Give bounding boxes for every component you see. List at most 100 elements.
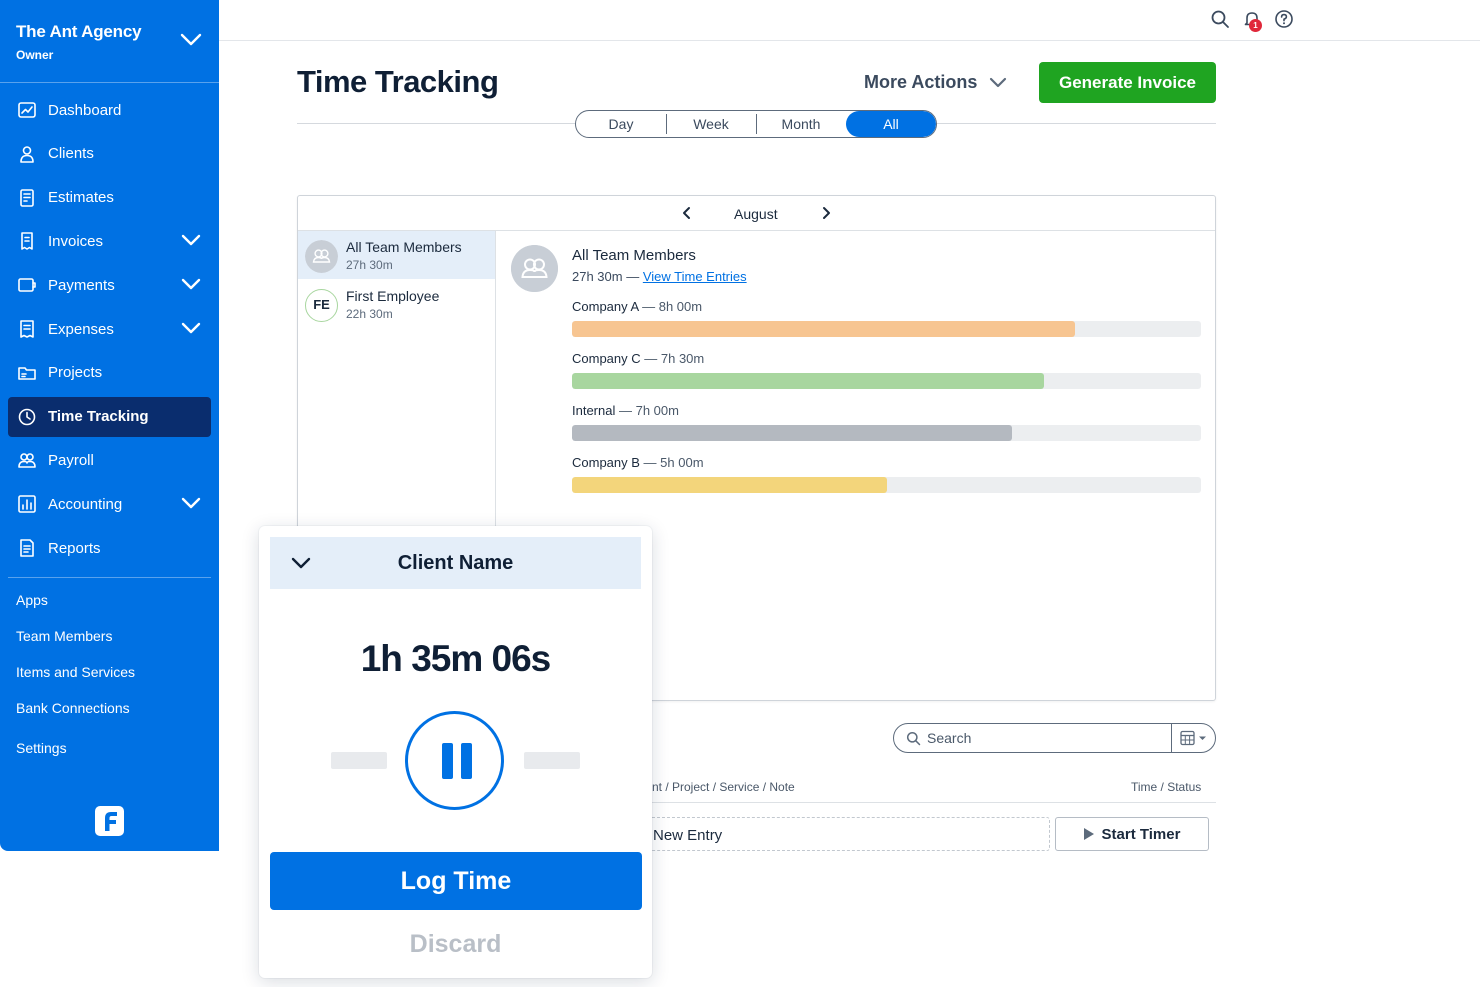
breakdown-label: Internal — 7h 00m bbox=[572, 403, 679, 418]
breakdown-dash: — bbox=[639, 455, 661, 470]
sidebar-item-clients[interactable]: Clients bbox=[8, 134, 211, 174]
chevron-down-icon[interactable] bbox=[181, 322, 201, 335]
payroll-icon bbox=[18, 453, 36, 469]
breakdown-bar-fill bbox=[572, 321, 1076, 337]
breakdown-hours: 7h 30m bbox=[660, 351, 705, 366]
sidebar-item-label: Payments bbox=[48, 276, 115, 294]
projects-icon bbox=[18, 366, 36, 380]
sidebar-item-time-tracking[interactable]: Time Tracking bbox=[8, 396, 211, 437]
sidebar-link-settings[interactable]: Settings bbox=[16, 740, 67, 756]
estimates-icon bbox=[20, 188, 34, 207]
sidebar-item-estimates[interactable]: Estimates bbox=[8, 178, 211, 218]
search-input[interactable] bbox=[927, 728, 1167, 748]
search-icon[interactable] bbox=[1210, 9, 1230, 29]
pause-icon bbox=[461, 743, 472, 779]
sidebar-item-payroll[interactable]: Payroll bbox=[8, 440, 211, 480]
search-icon bbox=[906, 731, 921, 746]
chevron-down-icon[interactable] bbox=[181, 278, 201, 291]
freshbooks-logo bbox=[95, 806, 124, 836]
month-navigator: August bbox=[298, 196, 1215, 231]
sidebar-link-team-members[interactable]: Team Members bbox=[16, 628, 112, 644]
breakdown-hours: 7h 00m bbox=[635, 403, 679, 418]
pause-button[interactable] bbox=[405, 711, 504, 810]
sidebar: The Ant Agency Owner Dashboard Clients Est… bbox=[0, 0, 219, 851]
breakdown-client: Internal bbox=[572, 403, 616, 418]
team-avatar-icon bbox=[305, 240, 338, 273]
range-tabs: Day Week Month All bbox=[575, 110, 937, 138]
tab-month[interactable]: Month bbox=[756, 111, 846, 137]
breakdown-bar-track bbox=[572, 477, 1201, 493]
member-time: 27h 30m bbox=[346, 258, 393, 272]
sidebar-divider bbox=[8, 577, 211, 578]
search-divider bbox=[1171, 724, 1172, 752]
start-timer-button[interactable]: Start Timer bbox=[1055, 817, 1209, 851]
clients-icon bbox=[20, 145, 34, 163]
calendar-icon[interactable] bbox=[1178, 730, 1210, 746]
avatar: FE bbox=[305, 289, 338, 322]
breakdown-dash: — bbox=[638, 299, 659, 314]
breakdown-client: Company A bbox=[572, 299, 639, 314]
detail-summary: 27h 30m — View Time Entries bbox=[572, 269, 747, 284]
breakdown-client: Company B bbox=[572, 455, 640, 470]
sidebar-item-expenses[interactable]: Expenses bbox=[8, 309, 211, 349]
page-title: Time Tracking bbox=[297, 64, 499, 99]
sidebar-item-accounting[interactable]: Accounting bbox=[8, 484, 211, 524]
view-time-entries-link[interactable]: View Time Entries bbox=[643, 269, 747, 284]
breakdown-hours: 8h 00m bbox=[658, 299, 703, 314]
tab-day[interactable]: Day bbox=[576, 111, 666, 137]
member-item-all[interactable]: All Team Members 27h 30m bbox=[298, 231, 495, 279]
search-bar bbox=[893, 723, 1216, 753]
expenses-icon bbox=[20, 320, 34, 338]
tab-all[interactable]: All bbox=[846, 111, 936, 137]
member-item-first-employee[interactable]: FE First Employee 22h 30m bbox=[298, 280, 495, 328]
help-icon[interactable] bbox=[1274, 9, 1294, 29]
breakdown-dash: — bbox=[640, 351, 661, 366]
more-actions-label: More Actions bbox=[864, 72, 978, 92]
detail-total: 27h 30m bbox=[572, 269, 623, 284]
sidebar-item-invoices[interactable]: Invoices bbox=[8, 221, 211, 261]
new-entry-row[interactable]: New Entry bbox=[644, 817, 1050, 851]
discard-button[interactable]: Discard bbox=[259, 930, 652, 959]
sidebar-item-label: Time Tracking bbox=[48, 408, 149, 426]
payments-icon bbox=[18, 278, 36, 292]
org-switcher[interactable]: The Ant Agency Owner bbox=[16, 22, 142, 62]
sidebar-item-label: Payroll bbox=[48, 451, 94, 469]
tab-week[interactable]: Week bbox=[666, 111, 756, 137]
generate-invoice-button[interactable]: Generate Invoice bbox=[1039, 62, 1216, 103]
sidebar-item-dashboard[interactable]: Dashboard bbox=[8, 90, 211, 130]
sidebar-link-items-and-services[interactable]: Items and Services bbox=[16, 664, 135, 680]
chevron-down-icon[interactable] bbox=[181, 497, 201, 510]
chevron-left-icon[interactable] bbox=[681, 206, 693, 220]
chevron-right-icon[interactable] bbox=[820, 206, 832, 220]
more-actions-button[interactable]: More Actions bbox=[864, 72, 1007, 93]
breakdown-bar-track bbox=[572, 321, 1201, 337]
timer-client-name[interactable]: Client Name bbox=[270, 552, 641, 575]
start-timer-label: Start Timer bbox=[1101, 825, 1181, 843]
breakdown-bar-fill bbox=[572, 477, 887, 493]
chevron-down-icon[interactable] bbox=[181, 234, 201, 247]
team-avatar-icon bbox=[511, 245, 558, 292]
timer-placeholder-right bbox=[524, 752, 580, 769]
chevron-down-icon[interactable] bbox=[180, 33, 202, 47]
breakdown-bar-fill bbox=[572, 425, 1013, 441]
column-header-details: nt / Project / Service / Note bbox=[652, 780, 795, 794]
accounting-icon bbox=[18, 495, 36, 513]
breakdown-bar-track bbox=[572, 373, 1201, 389]
sidebar-link-apps[interactable]: Apps bbox=[16, 592, 48, 608]
member-time: 22h 30m bbox=[346, 307, 393, 321]
sidebar-item-payments[interactable]: Payments bbox=[8, 265, 211, 305]
breakdown-bar-track bbox=[572, 425, 1201, 441]
table-divider bbox=[652, 802, 1216, 803]
sidebar-item-label: Dashboard bbox=[48, 101, 122, 119]
topbar-divider bbox=[219, 40, 1480, 41]
sidebar-item-label: Accounting bbox=[48, 495, 123, 513]
sidebar-link-bank-connections[interactable]: Bank Connections bbox=[16, 700, 130, 716]
invoices-icon bbox=[21, 232, 33, 251]
member-name: All Team Members bbox=[346, 239, 462, 255]
chevron-down-icon bbox=[990, 77, 1007, 87]
log-time-button[interactable]: Log Time bbox=[270, 852, 642, 910]
sidebar-item-label: Clients bbox=[48, 145, 94, 163]
sidebar-item-reports[interactable]: Reports bbox=[8, 528, 211, 568]
breakdown-label: Company B — 5h 00m bbox=[572, 455, 704, 470]
sidebar-item-projects[interactable]: Projects bbox=[8, 353, 211, 393]
